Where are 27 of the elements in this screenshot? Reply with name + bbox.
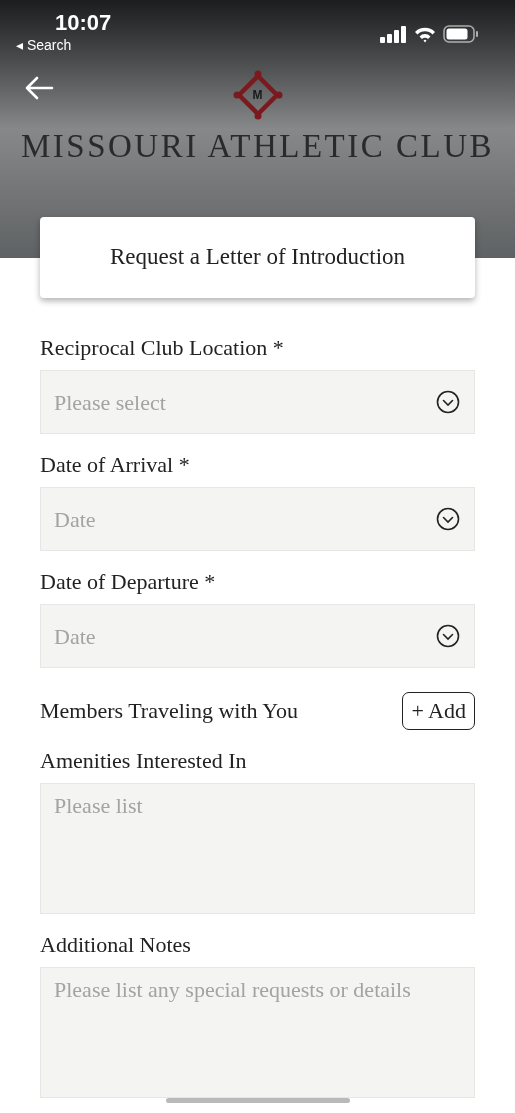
back-arrow-icon[interactable] bbox=[24, 75, 54, 101]
signal-icon bbox=[380, 25, 407, 43]
club-name: MISSOURI ATHLETIC CLUB bbox=[21, 127, 494, 166]
select-field[interactable]: Please select bbox=[40, 370, 475, 434]
back-to-search-link[interactable]: ◂ Search bbox=[16, 36, 112, 54]
add-button[interactable]: + Add bbox=[402, 692, 475, 730]
club-logo: M bbox=[232, 70, 283, 120]
placeholder-text: Date bbox=[54, 505, 96, 534]
chevron-down-icon bbox=[436, 507, 460, 531]
field-label: Additional Notes bbox=[40, 932, 191, 957]
select-field[interactable]: Date bbox=[40, 604, 475, 668]
select-field[interactable]: Date bbox=[40, 487, 475, 551]
card-title: Request a Letter of Introduction bbox=[109, 243, 406, 272]
field-label: Date of Departure * bbox=[40, 569, 216, 594]
field-label: Members Traveling with You bbox=[40, 697, 298, 725]
field-label: Date of Arrival * bbox=[40, 452, 190, 477]
battery-icon bbox=[443, 25, 479, 43]
field-label: Reciprocal Club Location * bbox=[40, 335, 284, 360]
chevron-down-icon bbox=[436, 390, 460, 414]
placeholder-text: Please select bbox=[54, 388, 166, 417]
status-time: 10:07 bbox=[54, 9, 112, 36]
field-label: Amenities Interested In bbox=[40, 748, 247, 773]
text-area[interactable]: Please list any special requests or details bbox=[40, 967, 475, 1098]
text-area[interactable]: Please list bbox=[40, 783, 475, 914]
wifi-icon bbox=[414, 25, 436, 43]
placeholder-text: Date bbox=[54, 622, 96, 651]
chevron-down-icon bbox=[436, 624, 460, 648]
